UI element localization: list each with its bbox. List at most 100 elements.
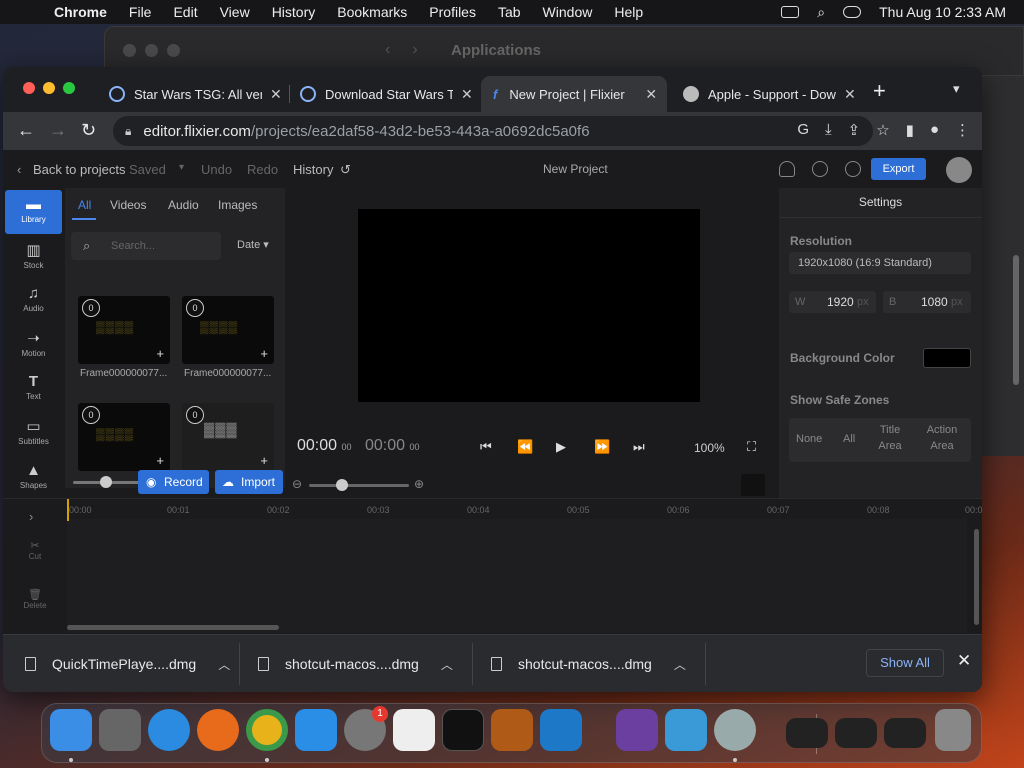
- firefox-icon[interactable]: [197, 709, 239, 751]
- add-plus-icon[interactable]: +: [260, 453, 268, 468]
- timeline-tracks[interactable]: [67, 519, 967, 633]
- weather-icon[interactable]: [665, 709, 707, 751]
- install-app-icon[interactable]: ⤓: [825, 121, 832, 139]
- close-downloads-icon[interactable]: ✕: [957, 651, 971, 671]
- rail-audio[interactable]: ♫ Audio: [5, 279, 62, 323]
- tab-search-chevron-icon[interactable]: ▾: [953, 81, 960, 97]
- chevron-up-icon[interactable]: ︿: [441, 656, 453, 673]
- timeline-ruler[interactable]: 00:00 00:01 00:02 00:03 00:04 00:05 00:0…: [67, 499, 982, 519]
- skip-end-icon[interactable]: ⏭: [633, 439, 645, 455]
- menu-profiles[interactable]: Profiles: [429, 4, 476, 20]
- terminal-icon[interactable]: [442, 709, 484, 751]
- lock-icon[interactable]: 🔒︎: [125, 124, 131, 139]
- help-icon[interactable]: [812, 161, 828, 177]
- preview-zoom[interactable]: 100%: [694, 441, 725, 455]
- download-item[interactable]: shotcut-macos....dmg ︿: [491, 635, 686, 692]
- finder-icon[interactable]: [50, 709, 92, 751]
- export-button[interactable]: Export: [871, 158, 926, 180]
- add-plus-icon[interactable]: +: [260, 346, 268, 361]
- safe-zone-title-area[interactable]: Title Area: [877, 422, 903, 454]
- delete-tool[interactable]: 🗑︎ Delete: [23, 588, 47, 610]
- rail-subtitles[interactable]: ▭ Subtitles: [5, 411, 62, 455]
- fast-forward-icon[interactable]: ⏩: [594, 439, 610, 455]
- back-to-projects-link[interactable]: Back to projects: [33, 162, 126, 177]
- vscode-icon[interactable]: [540, 709, 582, 751]
- menu-view[interactable]: View: [220, 4, 250, 20]
- close-tab-icon[interactable]: ✕: [645, 86, 657, 103]
- download-item[interactable]: QuickTimePlaye....dmg ︿: [25, 635, 230, 692]
- textedit-icon[interactable]: [393, 709, 435, 751]
- timeline-zoom-slider[interactable]: [309, 484, 409, 487]
- history-button[interactable]: History: [293, 162, 333, 177]
- bookmark-star-icon[interactable]: ☆: [876, 121, 889, 139]
- launchpad-icon[interactable]: [99, 709, 141, 751]
- menubar-clock[interactable]: Thu Aug 10 2:33 AM: [879, 4, 1006, 20]
- media-thumb[interactable]: ▒▒▒▒ 0 +: [182, 296, 274, 364]
- timeline-vertical-scrollbar[interactable]: [974, 529, 979, 625]
- globe-icon[interactable]: [845, 161, 861, 177]
- zoom-out-icon[interactable]: ⊖: [292, 477, 302, 491]
- width-field[interactable]: W 1920 px: [789, 291, 876, 313]
- record-button[interactable]: ◉ Record: [138, 470, 209, 494]
- project-name[interactable]: New Project: [543, 162, 608, 176]
- lib-tab-videos[interactable]: Videos: [110, 198, 146, 212]
- tab-download-star-wars[interactable]: Download Star Wars T ✕: [292, 76, 473, 112]
- menu-bookmarks[interactable]: Bookmarks: [337, 4, 407, 20]
- minimize-window-button[interactable]: [43, 82, 55, 94]
- notification-bell-icon[interactable]: [779, 161, 795, 177]
- lib-tab-all[interactable]: All: [78, 198, 91, 212]
- new-tab-plus-icon[interactable]: +: [873, 78, 886, 104]
- media-thumb[interactable]: ▒▒▒▒ 0 +: [78, 403, 170, 471]
- library-search-input[interactable]: ⌕ Search...: [71, 232, 221, 260]
- close-tab-icon[interactable]: ✕: [461, 86, 473, 103]
- close-window-button[interactable]: [23, 82, 35, 94]
- import-button[interactable]: ☁ Import: [215, 470, 283, 494]
- menu-tab[interactable]: Tab: [498, 4, 521, 20]
- rail-shapes[interactable]: ▲ Shapes: [5, 456, 62, 500]
- undo-button[interactable]: Undo: [201, 162, 232, 177]
- rail-library[interactable]: ▬ Library: [5, 190, 62, 234]
- zoom-window-button[interactable]: [63, 82, 75, 94]
- safari-icon[interactable]: [148, 709, 190, 751]
- screen-mirroring-icon[interactable]: [781, 6, 800, 18]
- zoom-in-icon[interactable]: ⊕: [414, 477, 424, 491]
- safe-zone-none[interactable]: None: [796, 431, 822, 447]
- finder-nav-icons[interactable]: ‹›: [385, 41, 440, 59]
- visual-studio-icon[interactable]: [616, 709, 658, 751]
- menu-app-name[interactable]: Chrome: [54, 4, 107, 20]
- play-icon[interactable]: ▶: [556, 439, 566, 455]
- playhead[interactable]: [67, 499, 69, 521]
- skip-start-icon[interactable]: ⏮: [480, 439, 492, 455]
- snap-toggle-icon[interactable]: [741, 474, 765, 496]
- history-icon[interactable]: ↺: [340, 162, 351, 178]
- chevron-down-icon[interactable]: ▾: [179, 162, 184, 173]
- download-item[interactable]: shotcut-macos....dmg ︿: [258, 635, 453, 692]
- share-icon[interactable]: ⇪: [848, 121, 861, 139]
- address-bar[interactable]: 🔒︎ editor.flixier.com/projects/ea2daf58-…: [113, 116, 873, 146]
- garageband-icon[interactable]: [491, 709, 533, 751]
- timeline-horizontal-scrollbar[interactable]: [67, 625, 279, 630]
- close-tab-icon[interactable]: ✕: [270, 86, 282, 103]
- slider-knob[interactable]: [100, 476, 112, 488]
- preview-canvas[interactable]: [358, 209, 700, 402]
- close-tab-icon[interactable]: ✕: [844, 86, 856, 103]
- quicktime-icon[interactable]: [714, 709, 756, 751]
- sort-date-dropdown[interactable]: Date ▾: [237, 238, 269, 251]
- lib-tab-images[interactable]: Images: [218, 198, 257, 212]
- media-thumb[interactable]: ▒▒▒▒ 0 +: [78, 296, 170, 364]
- show-all-button[interactable]: Show All: [866, 649, 944, 677]
- back-arrow-icon[interactable]: ←: [17, 120, 35, 141]
- media-thumb[interactable]: ▓▓▓ 0 +: [182, 403, 274, 471]
- avatar[interactable]: [946, 157, 972, 183]
- rail-stock[interactable]: ▥ Stock: [5, 235, 62, 279]
- menu-file[interactable]: File: [129, 4, 152, 20]
- saved-status[interactable]: Saved: [129, 162, 166, 177]
- safe-zone-action-area[interactable]: Action Area: [925, 422, 959, 454]
- chevron-up-icon[interactable]: ︿: [218, 656, 230, 673]
- google-lens-icon[interactable]: G: [797, 121, 809, 139]
- chrome-menu-icon[interactable]: ⋮: [955, 121, 970, 139]
- menu-help[interactable]: Help: [614, 4, 643, 20]
- control-center-icon[interactable]: [843, 6, 862, 18]
- tab-star-wars-tsg[interactable]: Star Wars TSG: All ver ✕: [101, 76, 282, 112]
- height-field[interactable]: B 1080 px: [883, 291, 971, 313]
